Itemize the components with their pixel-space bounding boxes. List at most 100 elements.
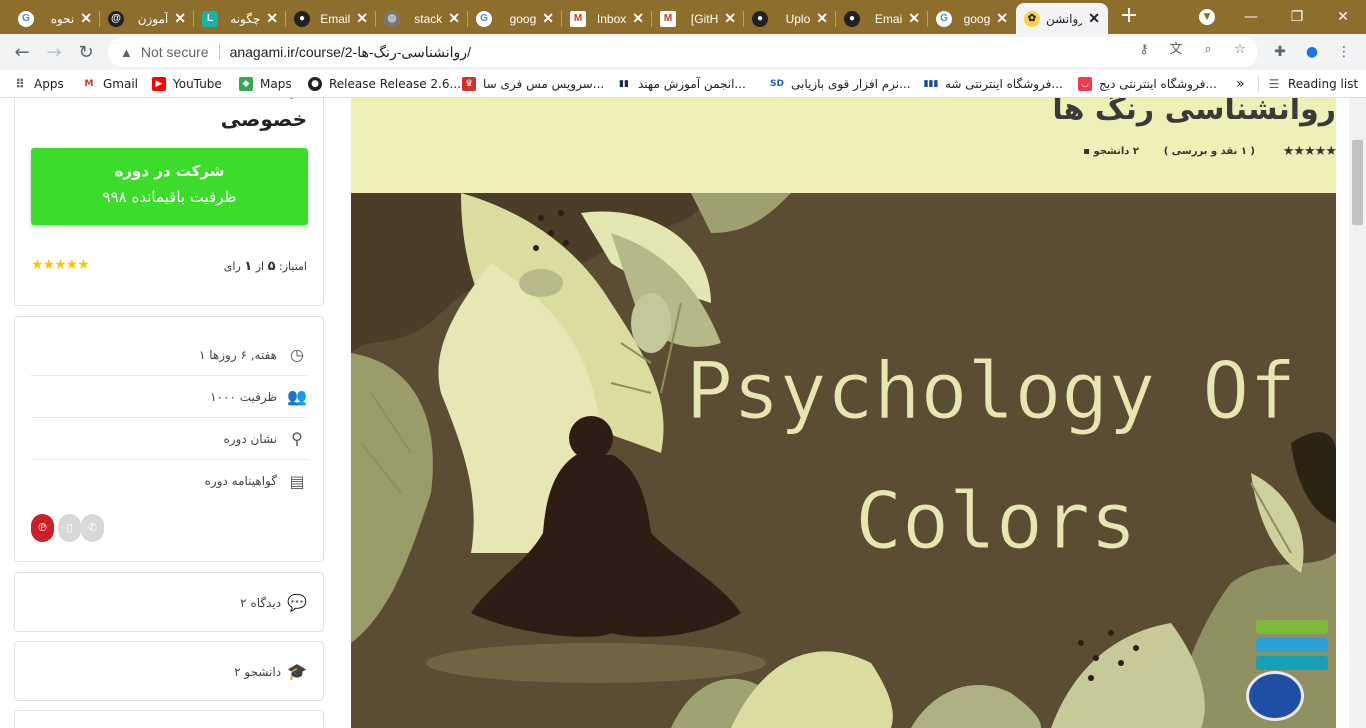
share-icon[interactable]: ▯	[58, 514, 81, 542]
close-tab-icon[interactable]: ✕	[266, 10, 278, 27]
bookmarks-bar: ⠿ Apps M Gmail ▶ YouTube ◆ Maps ● Releas…	[0, 70, 1366, 98]
browser-tab[interactable]: ● Email ✕	[286, 3, 376, 34]
new-tab-icon[interactable]: +	[1118, 5, 1140, 28]
threads-icon: @	[108, 10, 124, 27]
enroll-button[interactable]: شرکت در دوره ۹۹۸ ظرفیت باقیمانده	[31, 148, 308, 225]
browser-tab[interactable]: ● Emai ✕	[836, 3, 928, 34]
close-tab-icon[interactable]: ✕	[724, 10, 736, 27]
bookmark-recovery[interactable]: SD نرم افزار قوی بازیابی...	[770, 75, 911, 93]
menu-icon[interactable]: ⋮	[1335, 43, 1353, 61]
reading-list-button[interactable]: ☰ Reading list	[1258, 75, 1358, 93]
close-tab-icon[interactable]: ✕	[80, 10, 92, 27]
bookmark-gmail[interactable]: M Gmail	[82, 75, 138, 93]
page-scrollbar[interactable]	[1349, 98, 1366, 728]
users-icon: ▪	[1083, 146, 1090, 157]
globe-icon: ◍	[384, 10, 400, 27]
restore-icon[interactable]: ❐	[1274, 0, 1320, 34]
browser-tab[interactable]: G goog ✕	[468, 3, 562, 34]
browser-tab[interactable]: @ آموزن ✕	[100, 3, 194, 34]
reload-icon[interactable]: ↻	[74, 40, 98, 64]
price-label: خصوصی	[220, 107, 307, 131]
hero-title-line2: Colors	[855, 477, 1137, 567]
zoom-icon[interactable]: ⌕	[1200, 42, 1216, 58]
bookmark-maps[interactable]: ◆ Maps	[239, 75, 292, 93]
minimize-icon[interactable]: —	[1228, 0, 1274, 34]
info-duration: ۱ هفته, ۶ روزها ◷	[31, 334, 307, 376]
address-bar[interactable]: ▲ Not secure anagami.ir/course/2-روانشنا…	[108, 37, 1258, 67]
scrollbar-thumb[interactable]	[1352, 140, 1363, 225]
bookmarks-overflow[interactable]: »	[1236, 75, 1245, 93]
back-icon[interactable]: ←	[10, 40, 34, 64]
bookmark-apps[interactable]: ⠿ Apps	[13, 75, 63, 93]
browser-tab[interactable]: M [GitH ✕	[652, 3, 744, 34]
browser-tab[interactable]: L چگونه ✕	[194, 3, 286, 34]
bookmark-digikala[interactable]: ◡ فروشگاه اینترنتی دیج...	[1078, 75, 1217, 93]
course-main: روانشناسی رنگ ها ★★★★★ ( ۱ نقد و بررسی )…	[351, 98, 1337, 728]
close-window-icon[interactable]: ✕	[1320, 0, 1366, 34]
extensions-icon[interactable]: ✚	[1271, 43, 1289, 61]
bookmark-engineering[interactable]: ▮▮ انجمن آموزش مهند...	[617, 75, 746, 93]
browser-tab[interactable]: ● Uplo ✕	[744, 3, 836, 34]
cover-illustration: Psychology Of Colors	[351, 193, 1336, 728]
digikala-icon: ◡	[1078, 77, 1092, 91]
course-reviews[interactable]: ( ۱ نقد و بررسی )	[1164, 146, 1255, 157]
translate-icon[interactable]: 文	[1168, 42, 1184, 58]
close-tab-icon[interactable]: ✕	[542, 10, 554, 27]
close-tab-icon[interactable]: ✕	[908, 10, 920, 27]
github-icon: ●	[844, 10, 860, 27]
forward-icon[interactable]: →	[42, 40, 66, 64]
google-icon: G	[936, 10, 952, 27]
bookmark-youtube[interactable]: ▶ YouTube	[152, 75, 222, 93]
phone-support-icon[interactable]	[1246, 671, 1304, 721]
pinterest-share-icon[interactable]: ℗	[31, 514, 54, 542]
close-tab-icon[interactable]: ✕	[356, 10, 368, 27]
students-card[interactable]: ۲ دانشجو 🎓	[14, 641, 324, 701]
capacity-left: ۹۹۸ ظرفیت باقیمانده	[102, 188, 237, 206]
github-icon: ●	[308, 77, 322, 91]
shop-icon: ▮▮▮	[923, 79, 939, 89]
info-badge: نشان دوره ⚲	[31, 418, 307, 460]
enroll-label: شرکت در دوره	[114, 162, 225, 180]
comments-card[interactable]: ۲ دیدگاه 💬	[14, 572, 324, 632]
students-row[interactable]: ۲ دانشجو 🎓	[234, 662, 307, 681]
key-icon[interactable]: ⚷	[1136, 42, 1152, 58]
app-icon: L	[202, 10, 218, 27]
browser-tab[interactable]: G نحوه ✕	[10, 3, 100, 34]
recovery-icon: SD	[770, 79, 784, 89]
course-stars: ★★★★★	[1282, 144, 1337, 159]
whatsapp-share-icon[interactable]: ✆	[81, 514, 104, 542]
youtube-icon: ▶	[152, 77, 166, 91]
url-text[interactable]: anagami.ir/course/2-روانشناسی-رنگ-ها/	[230, 44, 471, 61]
close-tab-icon[interactable]: ✕	[996, 10, 1008, 27]
profile-icon[interactable]: ●	[1303, 43, 1321, 61]
close-tab-icon[interactable]: ✕	[1088, 10, 1100, 27]
browser-tab[interactable]: G goog ✕	[928, 3, 1016, 34]
divider	[1258, 76, 1259, 92]
maps-icon: ◆	[239, 77, 253, 91]
bookmark-mas-free[interactable]: ♛ سرویس مس فری سا...	[462, 75, 604, 93]
close-tab-icon[interactable]: ✕	[448, 10, 460, 27]
close-tab-icon[interactable]: ✕	[632, 10, 644, 27]
next-card	[14, 710, 324, 728]
info-capacity: ۱۰۰۰ ظرفیت 👥	[31, 376, 307, 418]
google-icon: G	[476, 10, 492, 27]
tab-search-icon[interactable]: ▼	[1199, 9, 1215, 25]
course-cover-image: Psychology Of Colors	[351, 193, 1336, 728]
rating-text: امتیاز: ۵ از ۱ رای	[223, 259, 307, 274]
browser-tab[interactable]: M Inbox ✕	[562, 3, 652, 34]
course-header: روانشناسی رنگ ها ★★★★★ ( ۱ نقد و بررسی )…	[351, 98, 1337, 193]
bookmark-shop[interactable]: ▮▮▮ فروشگاه اینترنتی شه...	[924, 75, 1063, 93]
browser-tab-active[interactable]: ✿ روانشن ✕	[1016, 3, 1108, 34]
gmail-icon: M	[82, 77, 96, 91]
browser-tab[interactable]: ◍ stack ✕	[376, 3, 468, 34]
floating-support-widget[interactable]	[1256, 620, 1336, 672]
warning-icon[interactable]: ▲	[120, 45, 133, 60]
bookmark-github-release[interactable]: ● Release Release 2.6....	[308, 75, 465, 93]
certificate-icon: ▤	[289, 471, 305, 491]
rating-stars: ★★★★★	[31, 257, 90, 273]
close-tab-icon[interactable]: ✕	[816, 10, 828, 27]
bookmark-star-icon[interactable]: ☆	[1232, 42, 1248, 58]
comments-icon: 💬	[287, 593, 307, 612]
close-tab-icon[interactable]: ✕	[174, 10, 186, 27]
comments-row[interactable]: ۲ دیدگاه 💬	[240, 593, 307, 612]
